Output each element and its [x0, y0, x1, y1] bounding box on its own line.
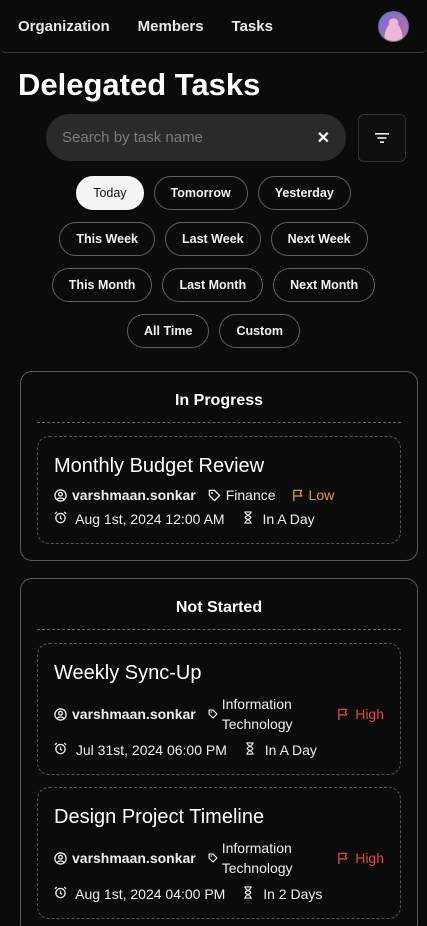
task-schedule: Jul 31st, 2024 06:00 PM In A Day — [54, 742, 384, 758]
flag-icon — [338, 708, 348, 720]
category-line: Technology — [221, 860, 293, 876]
nav-link-tasks[interactable]: Tasks — [232, 18, 273, 35]
assignee: varshmaan.sonkar — [54, 487, 196, 503]
priority-label: High — [355, 706, 384, 722]
date-text: Jul 31st, 2024 06:00 PM — [75, 742, 227, 758]
hourglass-icon — [246, 742, 254, 755]
task-card[interactable]: Weekly Sync-Up varshmaan.sonkar Informat… — [37, 643, 401, 775]
chip-next-month[interactable]: Next Month — [273, 268, 376, 302]
chip-last-week[interactable]: Last Week — [165, 222, 261, 256]
filter-button[interactable] — [358, 114, 406, 162]
task-schedule: Aug 1st, 2024 12:00 AM In A Day — [54, 511, 384, 527]
chip-row: This Week Last Week Next Week — [0, 222, 427, 256]
date-filter-chips: Today Tomorrow Yesterday This Week Last … — [0, 176, 427, 348]
priority: High — [337, 850, 384, 866]
search-row: ✕ — [46, 114, 427, 162]
category-line: Technology — [221, 716, 293, 732]
task-meta: varshmaan.sonkar Information Technology … — [54, 838, 384, 878]
user-circle-icon — [54, 851, 67, 865]
user-circle-icon — [54, 707, 67, 721]
search-box: ✕ — [46, 114, 346, 161]
assignee: varshmaan.sonkar — [54, 850, 196, 866]
due-relative: In A Day — [245, 742, 317, 758]
task-title: Monthly Budget Review — [54, 455, 265, 477]
task-meta: varshmaan.sonkar Information Technology … — [54, 694, 384, 734]
category: Finance — [208, 487, 276, 503]
due-date: Jul 31st, 2024 06:00 PM — [54, 742, 227, 758]
due-text: In 2 Days — [263, 886, 323, 902]
top-nav: Organization Members Tasks — [0, 0, 427, 53]
task-title: Weekly Sync-Up — [54, 662, 202, 684]
alarm-clock-icon — [54, 886, 67, 899]
user-circle-icon — [54, 488, 67, 502]
date-text: Aug 1st, 2024 04:00 PM — [75, 886, 226, 902]
chip-next-week[interactable]: Next Week — [270, 222, 368, 256]
assignee: varshmaan.sonkar — [54, 706, 196, 722]
section-not-started: Not Started Weekly Sync-Up varshmaan.son… — [20, 578, 418, 926]
tag-icon — [208, 489, 220, 501]
nav-link-organization[interactable]: Organization — [18, 18, 110, 35]
chip-row: This Month Last Month Next Month — [0, 268, 427, 302]
assignee-name: varshmaan.sonkar — [72, 850, 196, 866]
section-title: In Progress — [37, 372, 401, 423]
chip-row: All Time Custom — [0, 314, 427, 348]
due-relative: In A Day — [243, 511, 315, 527]
priority: Low — [292, 487, 335, 503]
alarm-clock-icon — [54, 511, 67, 524]
section-title: Not Started — [37, 579, 401, 630]
due-text: In A Day — [262, 511, 315, 527]
category-name: Information Technology — [222, 838, 293, 878]
chip-custom[interactable]: Custom — [219, 314, 300, 348]
chip-row: Today Tomorrow Yesterday — [0, 176, 427, 210]
category: Information Technology — [208, 838, 293, 878]
hourglass-icon — [244, 886, 253, 899]
clear-search-icon[interactable]: ✕ — [317, 128, 330, 148]
task-meta: varshmaan.sonkar Finance Low — [54, 487, 384, 503]
due-date: Aug 1st, 2024 12:00 AM — [54, 511, 225, 527]
priority: High — [337, 706, 384, 722]
flag-icon — [338, 852, 348, 864]
priority-label: Low — [308, 487, 335, 503]
hourglass-icon — [243, 511, 252, 524]
tag-icon — [208, 709, 218, 719]
user-avatar[interactable] — [378, 10, 409, 42]
alarm-clock-icon — [54, 742, 67, 755]
category-line: Information — [221, 840, 292, 856]
chip-last-month[interactable]: Last Month — [162, 268, 264, 302]
priority-label: High — [355, 850, 384, 866]
date-text: Aug 1st, 2024 12:00 AM — [75, 511, 225, 527]
chip-this-week[interactable]: This Week — [59, 222, 155, 256]
task-card[interactable]: Design Project Timeline varshmaan.sonkar… — [37, 787, 401, 919]
nav-link-members[interactable]: Members — [138, 18, 204, 35]
task-title: Design Project Timeline — [54, 806, 265, 828]
flag-icon — [292, 489, 302, 501]
assignee-name: varshmaan.sonkar — [72, 706, 196, 722]
chip-all-time[interactable]: All Time — [127, 314, 210, 348]
category: Information Technology — [208, 694, 293, 734]
category-line: Information — [221, 696, 292, 712]
page-title: Delegated Tasks — [18, 67, 261, 102]
due-text: In A Day — [264, 742, 317, 758]
chip-yesterday[interactable]: Yesterday — [257, 176, 351, 210]
chip-tomorrow[interactable]: Tomorrow — [153, 176, 248, 210]
section-in-progress: In Progress Monthly Budget Review varshm… — [20, 371, 418, 561]
search-input[interactable] — [62, 129, 317, 146]
assignee-name: varshmaan.sonkar — [72, 487, 196, 503]
task-schedule: Aug 1st, 2024 04:00 PM In 2 Days — [54, 886, 384, 902]
filter-icon — [375, 133, 389, 143]
task-card[interactable]: Monthly Budget Review varshmaan.sonkar F… — [37, 436, 401, 544]
due-date: Aug 1st, 2024 04:00 PM — [54, 886, 225, 902]
tag-icon — [208, 853, 218, 863]
category-name: Information Technology — [222, 694, 293, 734]
category-name: Finance — [225, 487, 276, 503]
chip-today[interactable]: Today — [76, 176, 144, 210]
due-relative: In 2 Days — [243, 886, 322, 902]
chip-this-month[interactable]: This Month — [51, 268, 153, 302]
